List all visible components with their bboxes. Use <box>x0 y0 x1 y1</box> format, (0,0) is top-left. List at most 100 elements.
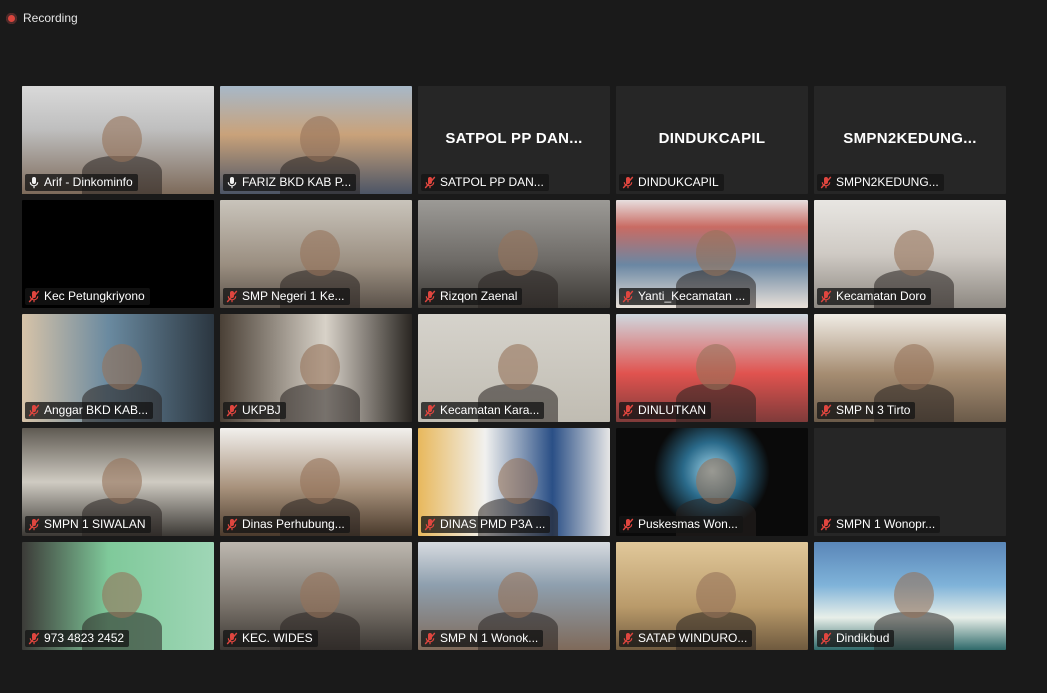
mic-muted-icon <box>424 632 436 645</box>
participant-name-label: Puskesmas Won... <box>619 516 743 533</box>
mic-icon <box>226 176 238 189</box>
participant-tile[interactable]: DINDUKCAPIL DINDUKCAPIL <box>616 86 808 194</box>
participant-head <box>696 344 736 390</box>
participant-head <box>102 344 142 390</box>
participant-tile[interactable]: Anggar BKD KAB... <box>22 314 214 422</box>
participant-name: Dindikbud <box>836 631 890 645</box>
participant-name-label: Anggar BKD KAB... <box>25 402 154 419</box>
mic-muted-icon <box>622 632 634 645</box>
participant-tile[interactable]: Rizqon Zaenal <box>418 200 610 308</box>
recording-label: Recording <box>23 11 78 25</box>
participant-head <box>498 458 538 504</box>
participant-name: FARIZ BKD KAB P... <box>242 175 352 189</box>
participant-head <box>498 344 538 390</box>
participant-tile[interactable]: FARIZ BKD KAB P... <box>220 86 412 194</box>
recording-indicator[interactable]: Recording <box>6 9 78 27</box>
participant-tile[interactable]: SMP N 1 Wonok... <box>418 542 610 650</box>
participant-name-label: Yanti_Kecamatan ... <box>619 288 751 305</box>
participant-tile[interactable]: Kecamatan Kara... <box>418 314 610 422</box>
participant-head <box>300 344 340 390</box>
mic-muted-icon <box>820 632 832 645</box>
participant-name: SMP N 3 Tirto <box>836 403 911 417</box>
participant-tile[interactable]: SATPOL PP DAN... SATPOL PP DAN... <box>418 86 610 194</box>
mic-muted-icon <box>820 176 832 189</box>
participant-name-label: Dinas Perhubung... <box>223 516 350 533</box>
participant-head <box>498 230 538 276</box>
participant-name-label: SMPN 1 Wonopr... <box>817 516 941 533</box>
participant-name: SMPN 1 Wonopr... <box>836 517 936 531</box>
participant-name-label: Kecamatan Doro <box>817 288 932 305</box>
participant-name: Rizqon Zaenal <box>440 289 518 303</box>
participant-tile[interactable]: Dinas Perhubung... <box>220 428 412 536</box>
participant-display-name: DINDUKCAPIL <box>658 130 766 147</box>
participant-name-label: Arif - Dinkominfo <box>25 174 138 191</box>
participant-tile[interactable]: SMP N 3 Tirto <box>814 314 1006 422</box>
participant-head <box>696 572 736 618</box>
participant-tile[interactable]: Puskesmas Won... <box>616 428 808 536</box>
participant-tile[interactable]: SMPN 1 Wonopr... <box>814 428 1006 536</box>
participant-name-label: Dindikbud <box>817 630 895 647</box>
participant-name: DINAS PMD P3A ... <box>440 517 546 531</box>
participant-name: SMP Negeri 1 Ke... <box>242 289 345 303</box>
participant-name: 973 4823 2452 <box>44 631 125 645</box>
participant-name-label: SMP Negeri 1 Ke... <box>223 288 350 305</box>
participant-name-label: SATPOL PP DAN... <box>421 174 549 191</box>
participant-tile[interactable]: KEC. WIDES <box>220 542 412 650</box>
mic-muted-icon <box>28 632 40 645</box>
participant-name: Arif - Dinkominfo <box>44 175 133 189</box>
participant-name: Puskesmas Won... <box>638 517 738 531</box>
participant-name: Dinas Perhubung... <box>242 517 345 531</box>
participant-name: DINLUTKAN <box>638 403 707 417</box>
participant-name-label: Rizqon Zaenal <box>421 288 523 305</box>
participant-tile[interactable]: Yanti_Kecamatan ... <box>616 200 808 308</box>
participant-tile[interactable]: Kec Petungkriyono <box>22 200 214 308</box>
participant-head <box>696 230 736 276</box>
participant-name-label: SMP N 1 Wonok... <box>421 630 544 647</box>
participant-name: Kecamatan Kara... <box>440 403 540 417</box>
mic-muted-icon <box>622 404 634 417</box>
participant-tile[interactable]: DINLUTKAN <box>616 314 808 422</box>
participant-tile[interactable]: Kecamatan Doro <box>814 200 1006 308</box>
participant-name-label: DINLUTKAN <box>619 402 712 419</box>
mic-muted-icon <box>424 518 436 531</box>
participant-name-label: KEC. WIDES <box>223 630 318 647</box>
participant-head <box>894 344 934 390</box>
participant-tile[interactable]: Arif - Dinkominfo <box>22 86 214 194</box>
participant-name-label: SATAP WINDURO... <box>619 630 753 647</box>
participant-tile[interactable]: SMP Negeri 1 Ke... <box>220 200 412 308</box>
participant-head <box>300 116 340 162</box>
participant-head <box>300 458 340 504</box>
mic-muted-icon <box>226 404 238 417</box>
participant-tile[interactable]: UKPBJ <box>220 314 412 422</box>
mic-muted-icon <box>28 290 40 303</box>
mic-muted-icon <box>226 518 238 531</box>
participant-head <box>696 458 736 504</box>
mic-muted-icon <box>424 176 436 189</box>
participant-head <box>300 230 340 276</box>
mic-muted-icon <box>820 518 832 531</box>
participant-tile[interactable]: Dindikbud <box>814 542 1006 650</box>
participant-name-label: 973 4823 2452 <box>25 630 130 647</box>
participant-head <box>102 116 142 162</box>
participant-name-label: SMPN 1 SIWALAN <box>25 516 151 533</box>
participant-head <box>102 572 142 618</box>
participant-name-label: Kecamatan Kara... <box>421 402 545 419</box>
participant-tile[interactable]: SMPN2KEDUNG... SMPN2KEDUNG... <box>814 86 1006 194</box>
participant-display-name: SATPOL PP DAN... <box>445 130 583 147</box>
participant-head <box>498 572 538 618</box>
participant-tile[interactable]: SATAP WINDURO... <box>616 542 808 650</box>
mic-icon <box>28 176 40 189</box>
participant-name: SMPN2KEDUNG... <box>836 175 939 189</box>
participant-name: Anggar BKD KAB... <box>44 403 149 417</box>
participant-name-label: UKPBJ <box>223 402 286 419</box>
mic-muted-icon <box>622 290 634 303</box>
mic-muted-icon <box>424 290 436 303</box>
mic-muted-icon <box>424 404 436 417</box>
mic-muted-icon <box>622 176 634 189</box>
participant-tile[interactable]: SMPN 1 SIWALAN <box>22 428 214 536</box>
mic-muted-icon <box>28 518 40 531</box>
participant-tile[interactable]: DINAS PMD P3A ... <box>418 428 610 536</box>
participant-tile[interactable]: 973 4823 2452 <box>22 542 214 650</box>
participant-name: SATPOL PP DAN... <box>440 175 544 189</box>
participant-name-label: Kec Petungkriyono <box>25 288 150 305</box>
